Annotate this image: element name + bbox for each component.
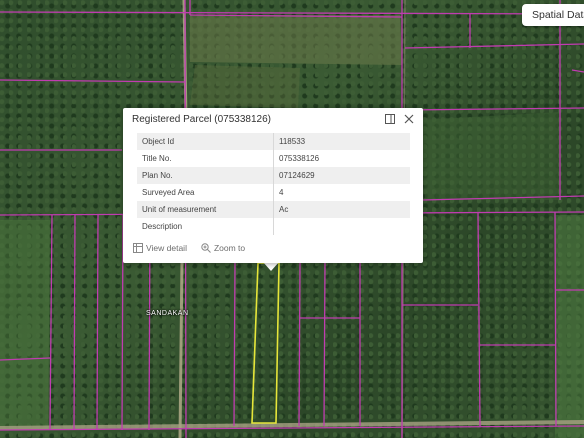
table-icon [133, 243, 143, 253]
field-value: 4 [279, 188, 284, 197]
field-value: 075338126 [279, 154, 320, 163]
field-label: Description [137, 218, 274, 235]
field-value [274, 218, 411, 235]
field-label: Object Id [137, 133, 274, 150]
view-detail-button[interactable]: View detail [133, 243, 187, 253]
dock-icon[interactable] [384, 113, 396, 125]
table-row: Title No. 075338126 [137, 150, 410, 167]
table-row: Object Id 118533 [137, 133, 410, 150]
zoom-to-label: Zoom to [213, 243, 246, 253]
table-row: Unit of measurement Ac [137, 201, 410, 218]
field-label: Title No. [137, 150, 274, 167]
field-label: Plan No. [137, 167, 274, 184]
parcel-popup: Registered Parcel (075338126) Object Id … [123, 108, 423, 263]
field-label: Unit of measurement [137, 201, 274, 218]
spatial-data-label: Spatial Data [532, 9, 584, 21]
field-value: 118533 [273, 133, 410, 150]
popup-actions: View detail Zoom to [133, 243, 245, 253]
table-row: Plan No. 07124629 [137, 167, 410, 184]
spatial-data-button[interactable]: Spatial Data [522, 4, 584, 26]
zoom-in-icon [201, 243, 211, 253]
popup-title: Registered Parcel (075338126) [132, 114, 271, 125]
zoom-to-button[interactable]: Zoom to [201, 243, 245, 253]
place-label: SANDAKAN [146, 310, 189, 317]
field-value: Ac [273, 201, 410, 218]
field-value: 07124629 [273, 167, 410, 184]
popup-pointer [263, 262, 279, 271]
view-detail-label: View detail [146, 243, 187, 253]
table-row: Surveyed Area 4 [137, 184, 410, 201]
close-icon[interactable] [403, 113, 415, 125]
table-row: Description [137, 218, 410, 235]
attribute-table: Object Id 118533 Title No. 075338126 Pla… [137, 133, 410, 235]
field-label: Surveyed Area [137, 184, 274, 201]
